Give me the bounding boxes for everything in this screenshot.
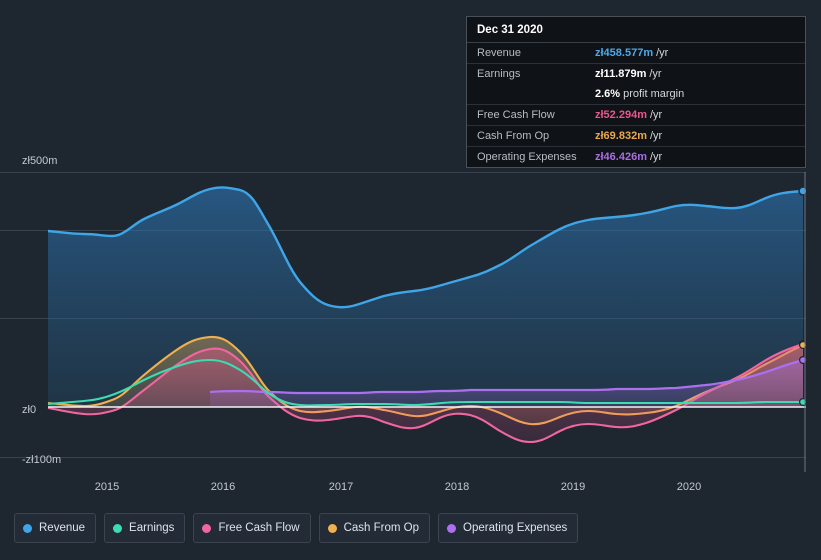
chart-tooltip: Dec 31 2020 Revenue zł458.577m /yr Earni… bbox=[466, 16, 806, 168]
tooltip-suffix-profit-margin: profit margin bbox=[623, 88, 685, 100]
legend-label-cash-from-op: Cash From Op bbox=[343, 522, 420, 534]
x-axis-label-2015: 2015 bbox=[94, 481, 120, 493]
tooltip-label-revenue: Revenue bbox=[477, 47, 522, 59]
tooltip-value-earnings: zł11.879m bbox=[595, 68, 647, 80]
legend-dot-operating-expenses bbox=[447, 523, 457, 533]
legend-item-cash-from-op[interactable]: Cash From Op bbox=[318, 513, 431, 543]
tooltip-value-free-cash-flow: zł52.294m bbox=[595, 109, 647, 121]
tooltip-suffix-free-cash-flow: /yr bbox=[649, 109, 663, 121]
x-axis-label-2016: 2016 bbox=[210, 481, 236, 493]
legend-dot-earnings bbox=[113, 523, 123, 533]
y-axis-label-500m: zł500m bbox=[22, 155, 58, 167]
chart-svg bbox=[0, 172, 806, 472]
tooltip-row-revenue: Revenue zł458.577m /yr bbox=[467, 43, 805, 64]
tooltip-value-profit-margin: 2.6% bbox=[595, 88, 621, 100]
x-axis-label-2018: 2018 bbox=[444, 481, 470, 493]
legend-label-revenue: Revenue bbox=[39, 522, 86, 534]
chart-legend: Revenue Earnings Free Cash Flow Cash Fro… bbox=[14, 513, 579, 543]
legend-dot-cash-from-op bbox=[327, 523, 337, 533]
y-axis-label-minus100m: -zł100m bbox=[22, 454, 62, 466]
tooltip-suffix-cash-from-op: /yr bbox=[649, 130, 663, 142]
tooltip-label-operating-expenses: Operating Expenses bbox=[477, 151, 577, 163]
tooltip-suffix-revenue: /yr bbox=[656, 47, 669, 59]
tooltip-label-free-cash-flow: Free Cash Flow bbox=[477, 109, 555, 121]
tooltip-suffix-operating-expenses: /yr bbox=[649, 151, 663, 163]
x-axis-label-2020: 2020 bbox=[676, 481, 702, 493]
legend-label-free-cash-flow: Free Cash Flow bbox=[218, 522, 300, 534]
tooltip-value-cash-from-op: zł69.832m bbox=[595, 130, 647, 142]
tooltip-date: Dec 31 2020 bbox=[467, 17, 805, 43]
tooltip-row-free-cash-flow: Free Cash Flow zł52.294m /yr bbox=[467, 105, 805, 126]
legend-label-earnings: Earnings bbox=[129, 522, 175, 534]
legend-label-operating-expenses: Operating Expenses bbox=[463, 522, 568, 534]
tooltip-label-cash-from-op: Cash From Op bbox=[477, 130, 550, 142]
legend-dot-free-cash-flow bbox=[202, 523, 212, 533]
x-axis-label-2019: 2019 bbox=[560, 481, 586, 493]
tooltip-value-revenue: zł458.577m bbox=[595, 47, 654, 59]
tooltip-row-operating-expenses: Operating Expenses zł46.426m /yr bbox=[467, 147, 805, 167]
legend-item-free-cash-flow[interactable]: Free Cash Flow bbox=[193, 513, 311, 543]
tooltip-value-operating-expenses: zł46.426m bbox=[595, 151, 647, 163]
y-axis-label-zero: zł0 bbox=[22, 404, 37, 416]
tooltip-row-cash-from-op: Cash From Op zł69.832m /yr bbox=[467, 126, 805, 147]
chart-plot-area[interactable] bbox=[0, 172, 806, 472]
tooltip-suffix-earnings: /yr bbox=[649, 68, 662, 80]
tooltip-label-earnings: Earnings bbox=[477, 68, 521, 80]
x-axis-label-2017: 2017 bbox=[328, 481, 354, 493]
legend-item-revenue[interactable]: Revenue bbox=[14, 513, 97, 543]
tooltip-row-earnings: Earnings zł11.879m /yr bbox=[467, 64, 805, 84]
tooltip-row-profit-margin: 2.6% profit margin bbox=[467, 84, 805, 105]
financials-chart: zł500m zł0 -zł100m 2015 2016 2017 2018 2… bbox=[0, 0, 821, 560]
legend-item-operating-expenses[interactable]: Operating Expenses bbox=[438, 513, 579, 543]
legend-item-earnings[interactable]: Earnings bbox=[104, 513, 186, 543]
legend-dot-revenue bbox=[23, 523, 32, 533]
